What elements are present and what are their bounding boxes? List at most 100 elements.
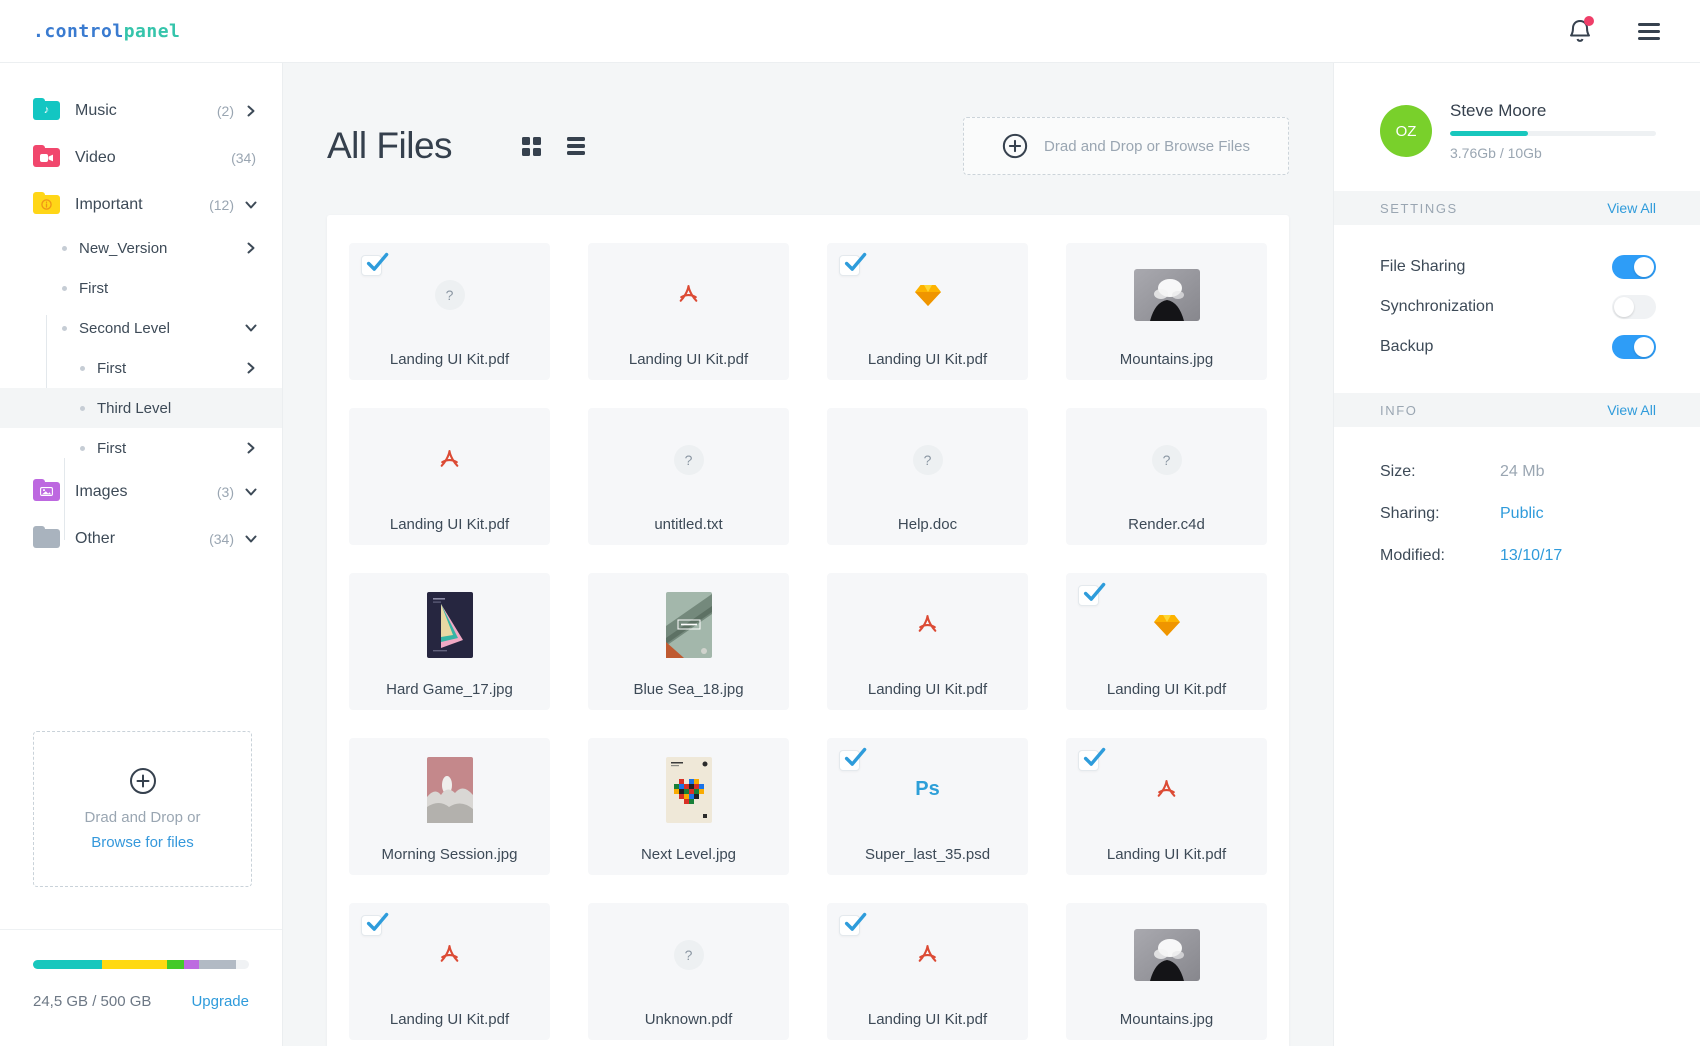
sidebar-item-label: First xyxy=(97,359,127,377)
dropzone-text: Drad and Drop or xyxy=(84,809,201,826)
file-card-morning-session-jpg[interactable]: Morning Session.jpg xyxy=(349,738,550,875)
sidebar-item-other[interactable]: Other (34) xyxy=(0,515,282,562)
sidebar-item-video[interactable]: Video (34) xyxy=(0,134,282,181)
sidebar-dropzone[interactable]: Drad and Drop or Browse for files xyxy=(33,731,252,887)
chevron-down-icon[interactable] xyxy=(245,199,257,211)
file-card-blue-sea-18-jpg[interactable]: Blue Sea_18.jpg xyxy=(588,573,789,710)
file-card-untitled-txt[interactable]: ? untitled.txt xyxy=(588,408,789,545)
file-card-mountains-jpg[interactable]: Mountains.jpg xyxy=(1066,903,1267,1040)
file-card-landing-ui-kit-pdf[interactable]: Landing UI Kit.pdf xyxy=(827,573,1028,710)
file-name: Blue Sea_18.jpg xyxy=(633,681,744,698)
file-name: Hard Game_17.jpg xyxy=(386,681,513,698)
file-card-super-last-35-psd[interactable]: Ps Super_last_35.psd xyxy=(827,738,1028,875)
file-card-landing-ui-kit-pdf[interactable]: Landing UI Kit.pdf xyxy=(588,243,789,380)
blue-sea-thumbnail xyxy=(588,573,789,676)
file-card-landing-ui-kit-pdf[interactable]: Landing UI Kit.pdf xyxy=(1066,573,1267,710)
tree-bullet xyxy=(80,365,85,371)
mountains-thumbnail xyxy=(1066,243,1267,346)
toggle-file-sharing[interactable] xyxy=(1612,255,1656,279)
file-card-next-level-jpg[interactable]: Next Level.jpg xyxy=(588,738,789,875)
setting-row-file-sharing: File Sharing xyxy=(1380,247,1656,287)
profile-usage: 3.76Gb / 10Gb xyxy=(1450,145,1542,161)
sidebar-item-first[interactable]: First xyxy=(0,348,282,388)
hamburger-menu-icon[interactable] xyxy=(1638,22,1660,40)
sidebar-item-images[interactable]: Images (3) xyxy=(0,468,282,515)
file-card-mountains-jpg[interactable]: Mountains.jpg xyxy=(1066,243,1267,380)
unknown-file-icon: ? xyxy=(349,243,550,346)
mountains-thumbnail xyxy=(1066,903,1267,1006)
sidebar-item-label: Important xyxy=(75,195,143,213)
file-card-hard-game-17-jpg[interactable]: Hard Game_17.jpg xyxy=(349,573,550,710)
avatar[interactable]: OZ xyxy=(1380,105,1432,157)
grid-view-icon[interactable] xyxy=(522,136,542,156)
file-name: Landing UI Kit.pdf xyxy=(1106,846,1227,863)
file-name: Next Level.jpg xyxy=(640,846,737,863)
file-card-landing-ui-kit-pdf[interactable]: Landing UI Kit.pdf xyxy=(1066,738,1267,875)
file-name: Landing UI Kit.pdf xyxy=(867,681,988,698)
file-card-landing-ui-kit-pdf[interactable]: Landing UI Kit.pdf xyxy=(349,903,550,1040)
browse-for-files-link[interactable]: Browse for files xyxy=(91,834,194,851)
file-card-landing-ui-kit-pdf[interactable]: Landing UI Kit.pdf xyxy=(349,408,550,545)
sidebar-item-new-version[interactable]: New_Version xyxy=(0,228,282,268)
sidebar-item-third-level[interactable]: Third Level xyxy=(0,388,282,428)
settings-view-all-link[interactable]: View All xyxy=(1607,200,1656,216)
important-folder-icon xyxy=(33,192,60,214)
tree-bullet xyxy=(62,285,67,291)
sidebar-item-label: Other xyxy=(75,529,116,547)
storage-used-label: 24,5 GB / 500 GB xyxy=(33,993,152,1010)
main-content: All Files Drad and Drop or Browse Files … xyxy=(283,63,1333,1046)
sidebar-item-important[interactable]: Important (12) xyxy=(0,181,282,228)
file-grid: ? Landing UI Kit.pdf Landing UI Kit.pdf Lan… xyxy=(327,215,1289,1046)
chevron-down-icon[interactable] xyxy=(245,322,257,334)
file-card-landing-ui-kit-pdf[interactable]: ? Landing UI Kit.pdf xyxy=(349,243,550,380)
sidebar-item-first[interactable]: First xyxy=(0,428,282,468)
file-name: Landing UI Kit.pdf xyxy=(867,1011,988,1028)
morning-session-thumbnail xyxy=(349,738,550,841)
file-card-render-c4d[interactable]: ? Render.c4d xyxy=(1066,408,1267,545)
storage-segment xyxy=(102,960,167,969)
file-card-landing-ui-kit-pdf[interactable]: Landing UI Kit.pdf xyxy=(827,903,1028,1040)
plus-circle-icon xyxy=(129,768,156,794)
chevron-right-icon[interactable] xyxy=(246,242,256,254)
sidebar-item-label: First xyxy=(97,439,127,457)
sketch-file-icon xyxy=(1066,573,1267,676)
info-value[interactable]: Public xyxy=(1500,505,1544,523)
file-card-unknown-pdf[interactable]: ? Unknown.pdf xyxy=(588,903,789,1040)
unknown-file-icon: ? xyxy=(1066,408,1267,511)
upgrade-link[interactable]: Upgrade xyxy=(191,993,249,1010)
info-view-all-link[interactable]: View All xyxy=(1607,402,1656,418)
main-dropzone[interactable]: Drad and Drop or Browse Files xyxy=(963,117,1289,175)
setting-row-backup: Backup xyxy=(1380,327,1656,367)
chevron-down-icon[interactable] xyxy=(245,486,257,498)
file-name: Landing UI Kit.pdf xyxy=(628,351,749,368)
info-heading: INFO xyxy=(1380,402,1418,418)
chevron-right-icon[interactable] xyxy=(246,105,256,117)
info-value: 24 Mb xyxy=(1500,463,1545,480)
chevron-down-icon[interactable] xyxy=(245,533,257,545)
profile-progress-fill xyxy=(1450,131,1529,136)
sidebar-item-label: Third Level xyxy=(97,399,172,417)
sidebar-item-first[interactable]: First xyxy=(0,268,282,308)
main-dropzone-label: Drad and Drop or Browse Files xyxy=(1044,137,1250,155)
file-card-help-doc[interactable]: ? Help.doc xyxy=(827,408,1028,545)
file-name: Landing UI Kit.pdf xyxy=(1106,681,1227,698)
info-row-modified-: Modified: 13/10/17 xyxy=(1380,535,1656,577)
file-card-landing-ui-kit-pdf[interactable]: Landing UI Kit.pdf xyxy=(827,243,1028,380)
info-value[interactable]: 13/10/17 xyxy=(1500,547,1562,565)
chevron-right-icon[interactable] xyxy=(246,442,256,454)
chevron-right-icon[interactable] xyxy=(246,362,256,374)
storage-segment xyxy=(199,960,236,969)
toggle-backup[interactable] xyxy=(1612,335,1656,359)
music-folder-icon: ♪ xyxy=(33,98,60,120)
file-name: Super_last_35.psd xyxy=(864,846,991,863)
toggle-synchronization[interactable] xyxy=(1612,295,1656,319)
list-view-icon[interactable] xyxy=(567,137,586,155)
pdf-file-icon xyxy=(827,903,1028,1006)
info-section-header: INFO View All xyxy=(1334,393,1700,427)
notifications-bell-icon[interactable] xyxy=(1568,16,1594,44)
profile-block: OZ Steve Moore 3.76Gb / 10Gb xyxy=(1334,63,1700,191)
sidebar-item-music[interactable]: ♪ Music (2) xyxy=(0,87,282,134)
unknown-file-icon: ? xyxy=(588,408,789,511)
file-name: Landing UI Kit.pdf xyxy=(389,1011,510,1028)
sidebar-item-second-level[interactable]: Second Level xyxy=(0,308,282,348)
